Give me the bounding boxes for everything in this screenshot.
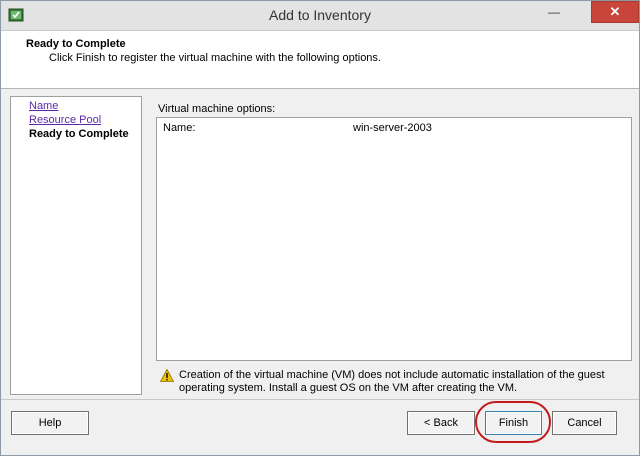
add-to-inventory-dialog: Add to Inventory — ✕ Ready to Complete C… — [0, 0, 640, 456]
minimize-button[interactable]: — — [541, 2, 567, 22]
step-ready-to-complete: Ready to Complete — [29, 128, 129, 140]
warning-icon — [159, 368, 175, 382]
close-button[interactable]: ✕ — [591, 1, 639, 23]
finish-button[interactable]: Finish — [485, 411, 542, 435]
step-resource-pool-link[interactable]: Resource Pool — [29, 114, 101, 126]
cancel-button[interactable]: Cancel — [552, 411, 617, 435]
wizard-header: Ready to Complete Click Finish to regist… — [1, 31, 639, 89]
warning-message: Creation of the virtual machine (VM) doe… — [179, 369, 605, 394]
wizard-steps-panel: Name Resource Pool Ready to Complete — [10, 96, 142, 395]
option-name-key: Name: — [163, 122, 196, 134]
step-name-link[interactable]: Name — [29, 100, 58, 112]
footer-divider — [1, 399, 639, 400]
title-bar: Add to Inventory — ✕ — [1, 1, 639, 31]
option-name-value: win-server-2003 — [353, 122, 432, 134]
minimize-icon: — — [548, 5, 560, 19]
help-button[interactable]: Help — [11, 411, 89, 435]
page-title: Ready to Complete — [26, 38, 126, 50]
close-icon: ✕ — [609, 4, 621, 19]
back-button[interactable]: < Back — [407, 411, 475, 435]
page-subtitle: Click Finish to register the virtual mac… — [49, 52, 381, 64]
options-list: Name: win-server-2003 — [156, 117, 632, 361]
options-label: Virtual machine options: — [158, 103, 276, 115]
